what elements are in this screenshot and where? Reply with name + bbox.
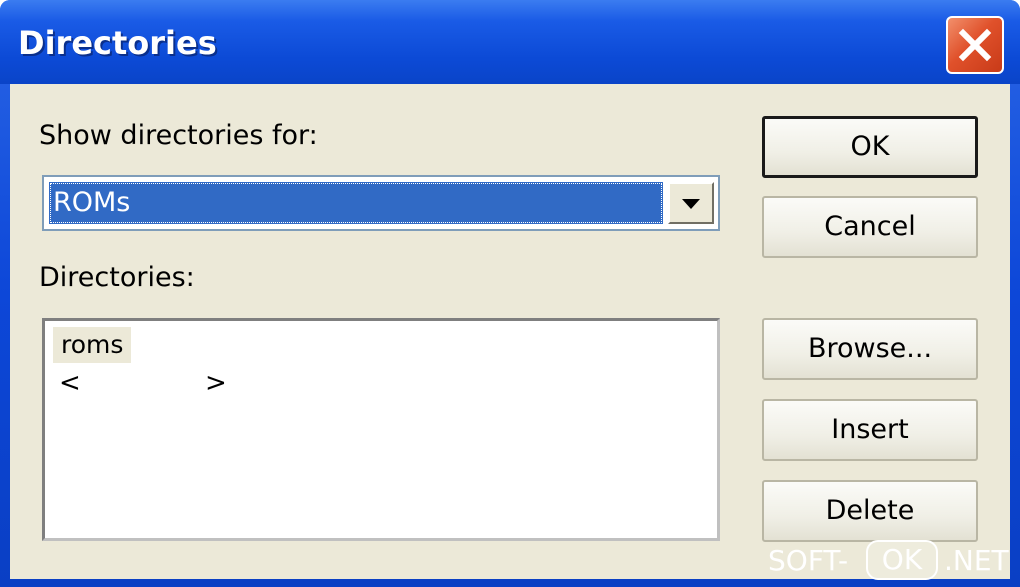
- close-icon: [958, 28, 992, 62]
- delete-button[interactable]: Delete: [762, 480, 978, 542]
- show-directories-label: Show directories for:: [39, 120, 318, 151]
- dropdown-arrow-button[interactable]: [668, 182, 714, 224]
- directories-label: Directories:: [39, 262, 195, 293]
- watermark-suffix: .NET: [944, 544, 1009, 577]
- list-item[interactable]: roms: [53, 327, 132, 363]
- dialog-body: Show directories for: ROMs Directories: …: [10, 84, 1010, 579]
- new-item-close-bracket: >: [205, 368, 227, 398]
- directories-list[interactable]: roms < >: [42, 318, 720, 541]
- new-item-open-bracket: <: [59, 368, 81, 398]
- directory-type-dropdown[interactable]: ROMs: [42, 175, 720, 231]
- browse-button[interactable]: Browse...: [762, 318, 978, 380]
- close-button[interactable]: [946, 16, 1004, 74]
- chevron-down-icon: [682, 199, 700, 209]
- insert-button[interactable]: Insert: [762, 399, 978, 461]
- ok-button[interactable]: OK: [762, 116, 978, 178]
- watermark-badge: OK: [866, 540, 938, 580]
- dropdown-selected-value[interactable]: ROMs: [49, 182, 663, 224]
- watermark-prefix: SOFT-: [768, 544, 849, 577]
- new-directory-item[interactable]: < >: [59, 365, 229, 401]
- directories-dialog: Directories Show directories for: ROMs D…: [0, 0, 1020, 587]
- title-bar[interactable]: Directories: [0, 0, 1020, 84]
- cancel-button[interactable]: Cancel: [762, 196, 978, 258]
- window-title: Directories: [18, 24, 217, 62]
